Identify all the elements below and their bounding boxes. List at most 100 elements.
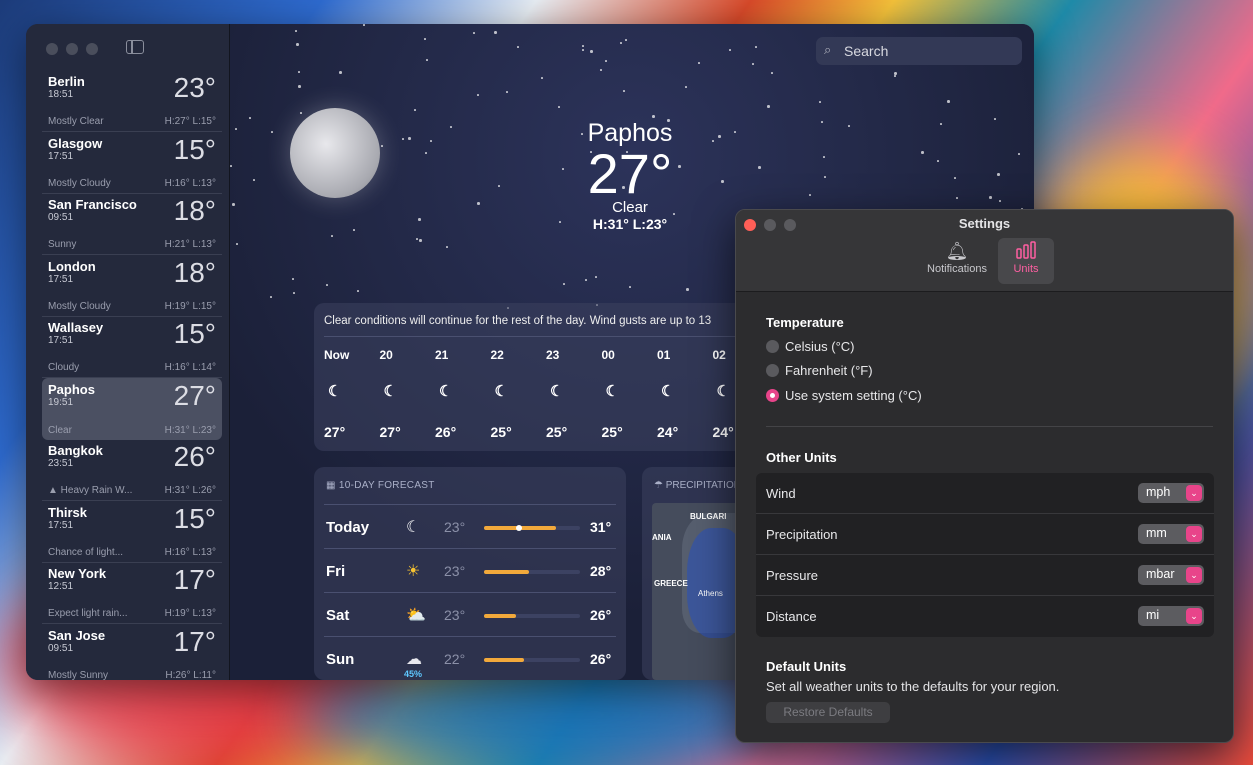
close-button[interactable] bbox=[46, 43, 58, 55]
star bbox=[997, 173, 1000, 176]
sidebar-city-item[interactable]: New York 12:51 17° Expect light rain... H:19… bbox=[42, 562, 222, 624]
city-temp: 17° bbox=[173, 625, 216, 657]
moon-star-icon: ☾ bbox=[328, 383, 342, 400]
search-input[interactable]: ⌕ Search bbox=[816, 37, 1022, 65]
star bbox=[236, 243, 238, 245]
pressure-unit-select[interactable]: mbar ⌄ bbox=[1138, 565, 1204, 585]
day-low: 23° bbox=[444, 607, 466, 623]
star bbox=[506, 91, 508, 93]
search-icon: ⌕ bbox=[824, 42, 832, 57]
star bbox=[686, 288, 689, 291]
sidebar-city-item[interactable]: Glasgow 17:51 15° Mostly Cloudy H:16° L:13° bbox=[42, 132, 222, 194]
radio-system[interactable]: Use system setting (°C) bbox=[766, 388, 922, 403]
star bbox=[357, 290, 359, 292]
city-high-low: H:19° L:13° bbox=[164, 608, 216, 619]
tab-units-label: Units bbox=[1013, 263, 1039, 275]
restore-defaults-button[interactable]: Restore Defaults bbox=[766, 702, 890, 723]
wind-unit-select[interactable]: mph ⌄ bbox=[1138, 483, 1204, 503]
hour-temp: 25° bbox=[490, 424, 512, 440]
star bbox=[582, 49, 584, 51]
radio-button[interactable] bbox=[766, 340, 779, 353]
star bbox=[326, 284, 328, 286]
radio-button-selected[interactable] bbox=[766, 389, 779, 402]
sidebar-toggle-icon[interactable] bbox=[126, 40, 144, 54]
day-low: 22° bbox=[444, 651, 466, 667]
search-placeholder: Search bbox=[844, 43, 889, 59]
radio-celsius[interactable]: Celsius (°C) bbox=[766, 339, 854, 354]
sidebar-city-item[interactable]: London 17:51 18° Mostly Cloudy H:19° L:15° bbox=[42, 255, 222, 317]
city-condition: Mostly Clear bbox=[48, 116, 104, 127]
radio-label: Celsius (°C) bbox=[785, 339, 855, 354]
city-condition: Chance of light... bbox=[48, 546, 124, 558]
city-high-low: H:26° L:11° bbox=[165, 669, 216, 681]
star bbox=[712, 140, 714, 142]
sidebar-city-item[interactable]: San Francisco 09:51 18° Sunny H:21° L:13° bbox=[42, 193, 222, 255]
sidebar-city-item[interactable]: San Jose 09:51 17° Mostly Sunny H:26° L:11° bbox=[42, 624, 222, 681]
star bbox=[937, 160, 939, 162]
ten-day-forecast[interactable]: ▦ 10-DAY FORECAST Today ☾ 23° 31° Fri ☀ 23° 28°… bbox=[314, 467, 626, 680]
distance-unit-select[interactable]: mi ⌄ bbox=[1138, 606, 1204, 626]
sidebar: Berlin 18:51 23° Mostly Clear H:27° L:15° Gla… bbox=[26, 24, 230, 680]
sidebar-city-item[interactable]: Bangkok 23:51 26° ▲ Heavy Rain W... H:31° L:… bbox=[42, 439, 222, 501]
sidebar-city-item[interactable]: Paphos 19:51 27° Clear H:31° L:23° bbox=[42, 377, 222, 440]
default-units-heading: Default Units bbox=[766, 659, 847, 674]
star bbox=[296, 43, 299, 46]
star bbox=[623, 90, 625, 92]
hourly-forecast[interactable]: Clear conditions will continue for the r… bbox=[314, 303, 744, 451]
star bbox=[426, 59, 428, 61]
star bbox=[558, 106, 560, 108]
moon-star-icon: ☾ bbox=[605, 383, 619, 400]
star bbox=[821, 121, 823, 123]
other-units-heading: Other Units bbox=[766, 450, 837, 465]
star bbox=[293, 292, 295, 294]
city-high-low: H:27° L:15° bbox=[164, 116, 216, 127]
city-condition: Mostly Sunny bbox=[48, 669, 109, 681]
star bbox=[652, 115, 655, 118]
unit-label: Distance bbox=[766, 609, 817, 624]
current-conditions: Paphos 27° Clear H:31° L:23° bbox=[570, 119, 690, 232]
star bbox=[295, 30, 297, 32]
divider bbox=[766, 426, 1213, 427]
city-high-low: H:16° L:13° bbox=[164, 177, 216, 189]
star bbox=[430, 140, 432, 142]
minimize-button[interactable] bbox=[66, 43, 78, 55]
high-low: H:31° L:23° bbox=[592, 216, 668, 232]
city-temp: 26° bbox=[173, 441, 216, 472]
sidebar-city-item[interactable]: Berlin 18:51 23° Mostly Clear H:27° L:15° bbox=[42, 70, 222, 132]
chevron-down-icon: ⌄ bbox=[1186, 526, 1202, 542]
tab-notifications[interactable]: 🔔︎ Notifications bbox=[920, 238, 994, 284]
star bbox=[771, 72, 773, 74]
current-temperature: 27° bbox=[587, 142, 673, 205]
forecast-day-row[interactable]: Sun ☁ 45% 22° 26° bbox=[324, 636, 616, 680]
city-condition: ▲ Heavy Rain W... bbox=[48, 485, 133, 496]
temp-range-bar bbox=[484, 658, 580, 662]
units-chart-icon bbox=[998, 241, 1054, 263]
star bbox=[989, 196, 992, 199]
tab-units[interactable]: Units bbox=[998, 238, 1054, 284]
radio-button[interactable] bbox=[766, 364, 779, 377]
calendar-icon: ▦ bbox=[326, 480, 336, 491]
precip-title: PRECIPITATION bbox=[665, 480, 741, 491]
zoom-button[interactable] bbox=[86, 43, 98, 55]
forecast-day-row[interactable]: Sat ⛅ 23° 26° bbox=[324, 592, 616, 636]
city-temp: 15° bbox=[173, 318, 216, 349]
star bbox=[956, 197, 958, 199]
settings-window: Settings 🔔︎ Notifications Units Temperat… bbox=[735, 209, 1234, 743]
forecast-day-row[interactable]: Fri ☀ 23° 28° bbox=[324, 548, 616, 592]
sidebar-city-item[interactable]: Thirsk 17:51 15° Chance of light... H:16° L:… bbox=[42, 501, 222, 563]
temperature-heading: Temperature bbox=[766, 315, 844, 330]
moon-star-icon: ☾ bbox=[550, 383, 564, 400]
star bbox=[339, 71, 342, 74]
star bbox=[685, 86, 687, 88]
forecast-day-row[interactable]: Today ☾ 23° 31° bbox=[324, 504, 616, 548]
star bbox=[419, 239, 422, 242]
day-name: Sat bbox=[326, 607, 350, 624]
moon-star-icon: ☾ bbox=[494, 383, 508, 400]
city-high-low: H:16° L:14° bbox=[164, 362, 216, 373]
radio-fahrenheit[interactable]: Fahrenheit (°F) bbox=[766, 363, 873, 378]
precipitation-unit-select[interactable]: mm ⌄ bbox=[1138, 524, 1204, 544]
unit-row-distance: Distance mi ⌄ bbox=[756, 596, 1214, 637]
sidebar-city-item[interactable]: Wallasey 17:51 15° Cloudy H:16° L:14° bbox=[42, 316, 222, 378]
umbrella-icon: ☂ bbox=[654, 480, 663, 491]
star bbox=[767, 105, 770, 108]
